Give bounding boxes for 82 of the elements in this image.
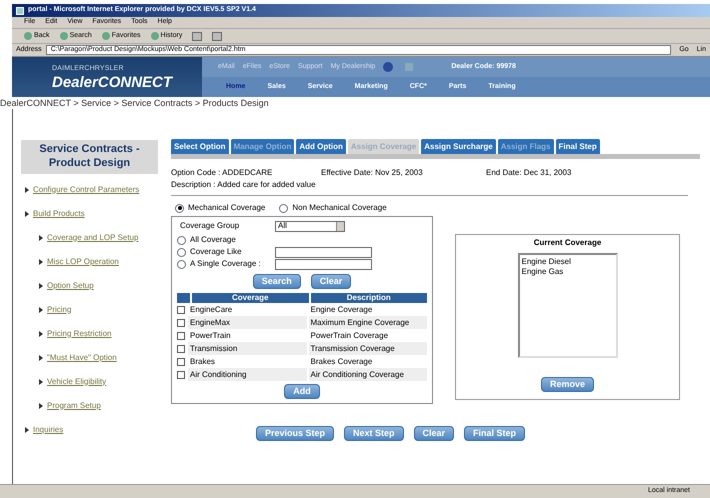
clear-button[interactable]: Clear <box>310 274 352 289</box>
sidebar-link[interactable]: Program Setup <box>47 400 101 412</box>
bullet-icon <box>39 330 43 336</box>
bullet-icon <box>39 258 43 264</box>
checkbox[interactable] <box>177 332 185 340</box>
toolbar-icon[interactable] <box>192 32 202 40</box>
sidebar-link[interactable]: "Must Have" Option <box>47 352 117 364</box>
input-field[interactable] <box>275 246 372 258</box>
step-button[interactable]: Final Step <box>464 426 526 441</box>
breadcrumb: DealerCONNECT > Service > Service Contracts > Products Design <box>0 97 270 109</box>
checkbox[interactable] <box>177 370 185 378</box>
radio-button[interactable] <box>177 248 186 256</box>
sidebar-link[interactable]: Option Setup <box>47 280 94 292</box>
input-field[interactable] <box>275 258 372 270</box>
sidebar-link[interactable]: Inquiries <box>33 424 64 436</box>
radio-button[interactable] <box>175 204 184 212</box>
bullet-icon <box>39 378 43 384</box>
sidebar-link[interactable]: Build Products <box>33 208 85 220</box>
coverage-group-select[interactable]: All <box>275 220 345 232</box>
sidebar-heading: Service Contracts - Product Design <box>21 140 158 174</box>
table-cell: Maximum Engine Coverage <box>308 316 427 329</box>
step-button[interactable]: Next Step <box>344 426 404 441</box>
table-cell: Transmission <box>188 342 306 355</box>
radio-label: All Coverage <box>190 234 236 246</box>
effective-date: Effective Date: Nov 25, 2003 <box>321 167 424 179</box>
bullet-icon <box>39 234 43 240</box>
sidebar-link[interactable]: Pricing <box>47 304 72 316</box>
table-cell-text: Brakes Coverage <box>310 356 374 368</box>
radio-label: Non Mechanical Coverage <box>292 202 387 214</box>
step-tab[interactable]: Select Option <box>171 139 229 154</box>
option-code: Option Code : ADDEDCARE <box>171 167 274 179</box>
table-cell-text: PowerTrain <box>189 330 232 342</box>
coverage-list[interactable]: Engine Diesel Engine Gas <box>518 253 618 358</box>
bullet-icon <box>39 402 43 408</box>
radio-label: Coverage Like <box>190 246 242 258</box>
toolbar-icon[interactable] <box>212 32 222 40</box>
sidebar-link[interactable]: Misc LOP Operation <box>47 256 119 268</box>
sidebar-link[interactable]: Vehicle Eligibility <box>47 376 106 388</box>
bullet-icon <box>25 426 29 432</box>
panel-title: Current Coverage <box>534 237 602 249</box>
end-date: End Date: Dec 31, 2003 <box>486 167 572 179</box>
checkbox[interactable] <box>177 344 185 352</box>
radio-button[interactable] <box>279 204 288 212</box>
checkbox[interactable] <box>177 358 185 366</box>
bullet-icon <box>39 306 43 312</box>
table-cell-text: Engine Coverage <box>310 304 374 316</box>
sidebar-link[interactable]: Pricing Restriction <box>47 328 112 340</box>
add-button[interactable]: Add <box>284 384 320 399</box>
coverage-group-label: Coverage Group <box>179 220 240 232</box>
column-header: Coverage <box>192 293 308 303</box>
bullet-icon <box>39 282 43 288</box>
radio-button[interactable] <box>177 260 186 268</box>
table-cell: Air Conditioning Coverage <box>308 368 427 381</box>
remove-button[interactable]: Remove <box>540 377 594 392</box>
table-cell: Transmission Coverage <box>308 342 427 355</box>
sidebar-link[interactable]: Coverage and LOP Setup <box>47 232 138 244</box>
checkbox[interactable] <box>177 318 185 326</box>
list-item[interactable]: Engine Diesel <box>522 257 614 267</box>
step-button[interactable]: Previous Step <box>256 426 334 441</box>
search-button[interactable]: Search <box>252 274 301 289</box>
bullet-icon <box>25 186 29 192</box>
step-tab[interactable]: Assign Surcharge <box>421 139 496 154</box>
table-cell-text: EngineCare <box>189 304 234 316</box>
table-cell-text: Brakes <box>189 356 216 368</box>
table-cell: Air Conditioning <box>188 368 306 381</box>
radio-label: Mechanical Coverage <box>188 202 266 214</box>
bullet-icon <box>25 210 29 216</box>
table-cell: EngineMax <box>188 316 306 329</box>
sidebar-link[interactable]: Configure Control Parameters <box>33 184 140 196</box>
step-button[interactable]: Clear <box>414 426 454 441</box>
bullet-icon <box>39 354 43 360</box>
step-tab[interactable]: Add Option <box>296 139 346 154</box>
step-tab[interactable]: Final Step <box>556 139 600 154</box>
checkbox[interactable] <box>177 306 185 314</box>
list-item[interactable]: Engine Gas <box>522 267 614 277</box>
radio-button[interactable] <box>177 236 186 244</box>
table-cell-text: PowerTrain Coverage <box>310 330 390 342</box>
option-description: Description : Added care for added value <box>171 179 317 191</box>
header-corner <box>177 293 190 303</box>
window-icon <box>16 6 24 14</box>
column-header: Description <box>310 293 427 303</box>
radio-label: A Single Coverage : <box>190 258 261 270</box>
